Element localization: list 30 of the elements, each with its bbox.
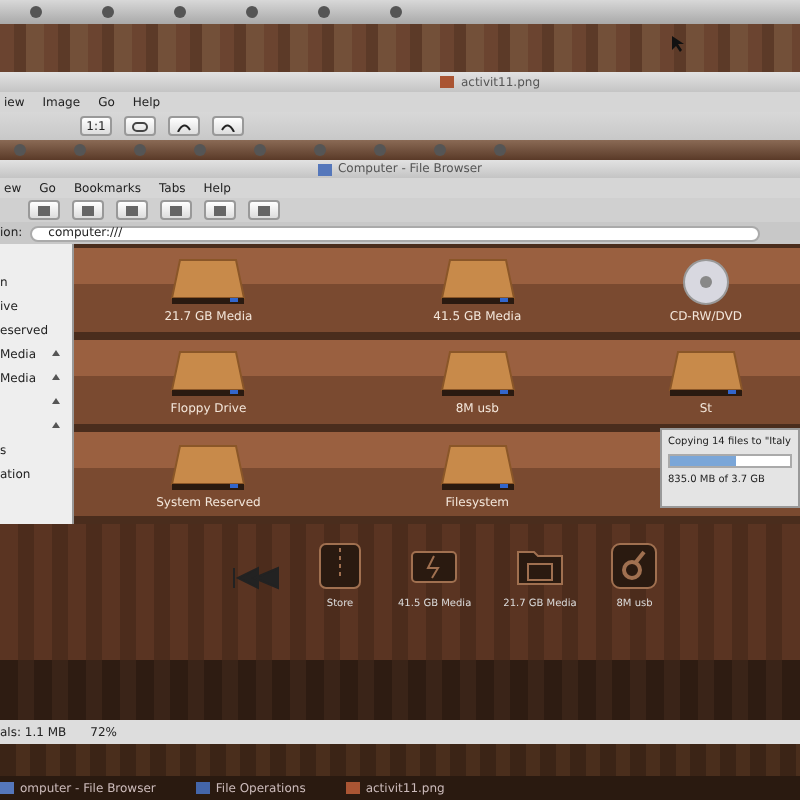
toolbar-button[interactable] bbox=[160, 200, 192, 220]
panel-icon[interactable] bbox=[388, 4, 404, 20]
progress-bar bbox=[668, 454, 792, 468]
toolbar-button[interactable] bbox=[28, 200, 60, 220]
eject-icon[interactable] bbox=[52, 350, 60, 358]
toolbar-button[interactable] bbox=[204, 200, 236, 220]
zipper-icon[interactable] bbox=[314, 540, 366, 592]
eject-icon[interactable] bbox=[52, 374, 60, 382]
fit-button[interactable] bbox=[124, 116, 156, 136]
toolbar-icon bbox=[170, 205, 182, 215]
toolbar-icon bbox=[82, 205, 94, 215]
panel-icon[interactable] bbox=[316, 4, 332, 20]
panel-icon[interactable] bbox=[100, 4, 116, 20]
pointer-icon bbox=[672, 36, 684, 52]
toolbar-button[interactable] bbox=[248, 200, 280, 220]
panel-icon[interactable] bbox=[28, 4, 44, 20]
rotate-left-button[interactable] bbox=[168, 116, 200, 136]
eject-icon[interactable] bbox=[52, 398, 60, 406]
toolbar-icon bbox=[258, 205, 270, 215]
toolbar-icon bbox=[214, 205, 226, 215]
panel-icon[interactable] bbox=[172, 4, 188, 20]
rectangle-icon bbox=[132, 121, 148, 131]
panel-icon[interactable] bbox=[244, 4, 260, 20]
toolbar-icon bbox=[38, 205, 50, 215]
device-icon[interactable] bbox=[608, 540, 661, 592]
eject-icon[interactable] bbox=[52, 422, 60, 430]
toolbar-button[interactable] bbox=[116, 200, 148, 220]
toolbar-icon bbox=[126, 205, 138, 215]
toolbar-button[interactable] bbox=[72, 200, 104, 220]
rotate-right-button[interactable] bbox=[212, 116, 244, 136]
